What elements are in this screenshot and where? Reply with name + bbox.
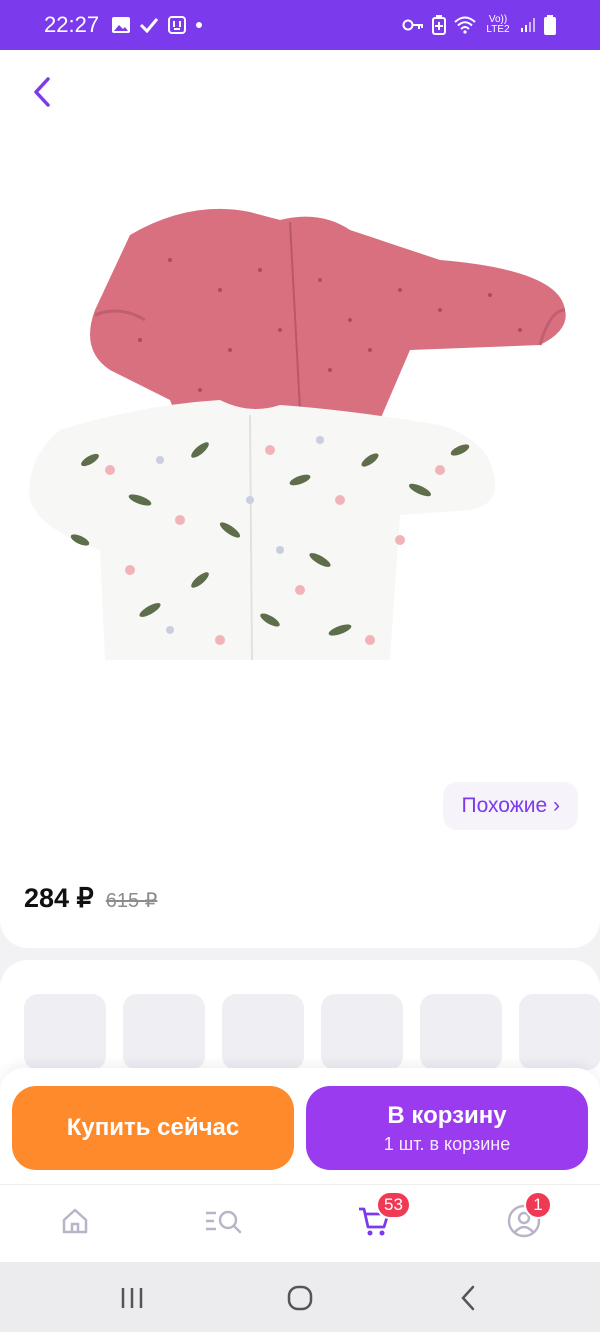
price-current: 284 ₽	[24, 883, 94, 913]
home-circle-icon	[287, 1285, 313, 1311]
variant-thumb[interactable]	[321, 994, 403, 1070]
price-old: 615 ₽	[105, 890, 158, 912]
action-bar: Купить сейчас В корзину 1 шт. в корзине	[0, 1068, 600, 1184]
status-time: 22:27	[44, 12, 100, 37]
home-system-button[interactable]	[278, 1276, 322, 1320]
status-icons-right: Vo)) LTE2	[402, 15, 556, 35]
variant-thumb[interactable]	[123, 994, 205, 1070]
bottom-tabbar: 53 1	[0, 1184, 600, 1262]
recents-button[interactable]	[110, 1276, 154, 1320]
add-to-cart-button[interactable]: В корзину 1 шт. в корзине	[306, 1086, 588, 1170]
add-to-cart-title: В корзину	[387, 1101, 507, 1129]
variant-thumb[interactable]	[222, 994, 304, 1070]
image-icon	[111, 16, 131, 34]
catalog-search-icon	[206, 1210, 242, 1234]
product-card: Похожие › 284 ₽ 615 ₽	[0, 50, 600, 948]
volte-icon: Vo)) LTE2	[486, 14, 510, 35]
add-to-cart-subtitle: 1 шт. в корзине	[383, 1133, 511, 1154]
key-icon	[402, 18, 424, 32]
tab-profile[interactable]: 1	[504, 1191, 552, 1241]
product-image[interactable]	[20, 200, 580, 680]
white-jacket	[29, 400, 496, 661]
check-icon	[139, 16, 159, 34]
recents-icon	[121, 1288, 143, 1308]
wifi-icon	[454, 16, 476, 34]
tab-catalog[interactable]	[204, 1201, 244, 1241]
cart-badge: 53	[376, 1191, 411, 1219]
home-icon	[62, 1208, 88, 1234]
battery-icon	[544, 15, 556, 35]
similar-button[interactable]: Похожие ›	[443, 782, 578, 830]
tab-cart[interactable]: 53	[354, 1191, 411, 1241]
back-button[interactable]	[22, 72, 62, 112]
price-row: 284 ₽ 615 ₽	[24, 883, 157, 914]
bag-icon	[167, 15, 187, 35]
profile-badge: 1	[524, 1191, 552, 1219]
buy-now-button[interactable]: Купить сейчас	[12, 1086, 294, 1170]
system-nav-bar	[0, 1262, 600, 1332]
battery-saver-icon	[432, 15, 446, 35]
variant-thumb[interactable]	[24, 994, 106, 1070]
back-chevron-icon	[461, 1285, 475, 1311]
pink-jacket	[90, 208, 566, 425]
dot-icon	[195, 21, 203, 29]
back-system-button[interactable]	[446, 1276, 490, 1320]
status-bar: 22:27 Vo)) LTE2	[0, 0, 600, 50]
variant-thumb[interactable]	[519, 994, 600, 1070]
status-icons-left	[111, 15, 203, 35]
variant-thumb[interactable]	[420, 994, 502, 1070]
chevron-left-icon	[34, 77, 50, 107]
tab-home[interactable]	[55, 1201, 95, 1241]
signal-icon	[520, 17, 536, 33]
